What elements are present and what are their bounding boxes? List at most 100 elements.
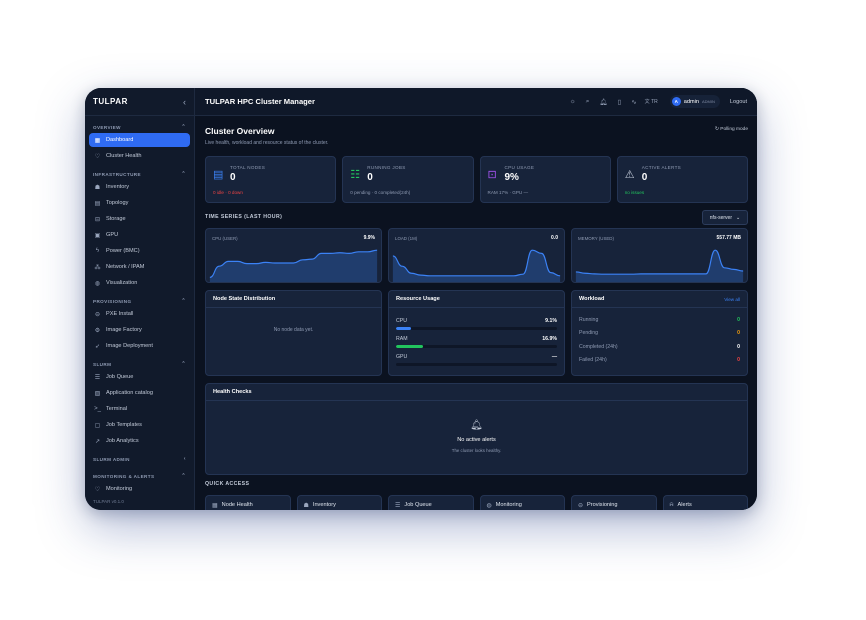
- notifications-bell-icon[interactable]: 🔔︎: [599, 98, 607, 106]
- sparkline-area: [575, 250, 744, 282]
- workload-list: Running 0 Pending 0 Completed (24h) 0 Failed (…: [572, 308, 747, 367]
- workload-title-text: Workload: [579, 296, 605, 302]
- workload-row-completed-24h-: Completed (24h) 0: [579, 340, 740, 354]
- sidebar-item-job-queue[interactable]: ☰ Job Queue: [89, 370, 190, 384]
- no-alerts-title: No active alerts: [457, 437, 496, 443]
- kpi-cards: ▤ TOTAL NODES 0 0 idle · 0 down ☷ RUNNING JOB…: [205, 156, 748, 203]
- search-icon[interactable]: ⌕: [586, 98, 590, 106]
- sidebar-section-1[interactable]: INFRASTRUCTURE ⌃: [85, 168, 194, 180]
- quick-job-queue-button[interactable]: ☰ Job Queue: [388, 495, 474, 510]
- sidebar-item-job-analytics[interactable]: ↗ Job Analytics: [89, 434, 190, 448]
- language-switch[interactable]: 文 TR: [645, 98, 658, 105]
- workload-value: 0: [737, 357, 740, 364]
- sidebar-section-title: SLURM ADMIN: [93, 456, 130, 462]
- workload-row-pending: Pending 0: [579, 327, 740, 341]
- heart-icon: ♡: [94, 153, 101, 160]
- sidebar-item-dashboard[interactable]: ▦ Dashboard: [89, 133, 190, 147]
- activity-icon[interactable]: ∿: [631, 98, 636, 106]
- sidebar-item-label: Image Factory: [106, 327, 142, 333]
- resource-usage-panel: Resource Usage CPU 9.1% RAM 16.9% GPU —: [388, 290, 565, 376]
- sidebar-section-0[interactable]: OVERVIEW ⌃: [85, 121, 194, 133]
- resource-row-gpu: GPU —: [396, 354, 557, 360]
- sidebar-item-visualization[interactable]: ◍ Visualization: [89, 276, 190, 290]
- node-state-panel: Node State Distribution No node data yet…: [205, 290, 382, 376]
- node-state-title-text: Node State Distribution: [213, 296, 276, 302]
- sidebar-item-monitoring[interactable]: ♡ Monitoring: [89, 482, 190, 496]
- quick-monitoring-button[interactable]: ◍ Monitoring: [479, 495, 565, 510]
- quick-node-health-button[interactable]: ▦ Node Health: [205, 495, 291, 510]
- quick-alerts-button[interactable]: ⍾ Alerts: [662, 495, 748, 510]
- sidebar-item-job-templates[interactable]: ▢ Job Templates: [89, 418, 190, 432]
- sidebar-item-label: Network / IPAM: [106, 264, 145, 270]
- sidebar-item-label: GPU: [106, 232, 119, 238]
- resource-bar: [396, 363, 557, 366]
- sidebar-item-gpu[interactable]: ▣ GPU: [89, 228, 190, 242]
- sidebar-item-topology[interactable]: ▤ Topology: [89, 196, 190, 210]
- sidebar-item-label: Storage: [106, 216, 126, 222]
- disk-icon: ⊖: [578, 502, 584, 509]
- sparkline: [575, 249, 744, 282]
- sidebar-nav: OVERVIEW ⌃ ▦ Dashboard ♡ Cluster Health INFRAS…: [85, 121, 194, 496]
- sidebar-item-cluster-health[interactable]: ♡ Cluster Health: [89, 149, 190, 163]
- view-all-link[interactable]: View all: [724, 297, 740, 302]
- workload-value: 0: [737, 316, 740, 323]
- workload-label: Completed (24h): [579, 343, 618, 350]
- timeseries-memory-used-: MEMORY (USED) 557.77 MB: [571, 228, 748, 283]
- sparkline: [209, 249, 378, 282]
- workload-label: Pending: [579, 330, 599, 337]
- sidebar-item-storage[interactable]: ⊟ Storage: [89, 212, 190, 226]
- user-menu[interactable]: A admin ADMIN: [669, 95, 720, 108]
- sidebar-item-network-ipam[interactable]: ⁂ Network / IPAM: [89, 260, 190, 274]
- sidebar-item-pxe-install[interactable]: ⊖ PXE Install: [89, 307, 190, 321]
- quick-provisioning-button[interactable]: ⊖ Provisioning: [571, 495, 657, 510]
- theme-toggle-icon[interactable]: ☼: [570, 98, 576, 105]
- sidebar-item-image-factory[interactable]: ⚙ Image Factory: [89, 323, 190, 337]
- sidebar-section-title: OVERVIEW: [93, 124, 121, 130]
- logout-button[interactable]: Logout: [730, 99, 747, 105]
- sidebar-item-label: PXE Install: [106, 311, 134, 317]
- heart-icon: ♡: [94, 486, 101, 493]
- quick-label: Provisioning: [587, 502, 618, 508]
- server-select[interactable]: nfs-server ⌄: [702, 210, 748, 225]
- sidebar-section-title: PROVISIONING: [93, 298, 132, 304]
- sidebar-item-power-bmc-[interactable]: ϟ Power (BMC): [89, 244, 190, 258]
- sparkline: [392, 249, 561, 282]
- grid-icon: ▦: [212, 502, 218, 509]
- sidebar-item-label: Topology: [106, 200, 129, 206]
- translate-icon: 文: [644, 99, 650, 105]
- sidebar-item-application-catalog[interactable]: ▧ Application catalog: [89, 386, 190, 400]
- network-icon: ⁂: [94, 264, 101, 271]
- workload-label: Failed (24h): [579, 357, 607, 364]
- storage-icon: ⊟: [94, 216, 101, 223]
- refresh-icon: ↻: [714, 127, 719, 132]
- avatar: A: [671, 97, 681, 106]
- kpi-value: 0: [367, 172, 373, 183]
- node-state-empty: No node data yet.: [273, 327, 314, 333]
- kpi-card-total-nodes: ▤ TOTAL NODES 0 0 idle · 0 down: [205, 156, 337, 203]
- sidebar-section-3[interactable]: SLURM ⌃: [85, 358, 194, 370]
- kpi-value: 0: [641, 172, 648, 183]
- brand-logo: TULPAR: [93, 97, 128, 106]
- sidebar-item-inventory[interactable]: ☗ Inventory: [89, 180, 190, 194]
- sidebar-section-2[interactable]: PROVISIONING ⌃: [85, 295, 194, 307]
- sidebar-item-terminal[interactable]: >_ Terminal: [89, 402, 190, 416]
- kpi-footnote: 0 idle · 0 down: [213, 190, 243, 195]
- collapse-sidebar-icon[interactable]: ‹: [183, 97, 186, 107]
- kpi-footnote: 0 pending · 0 completed(24h): [350, 190, 411, 195]
- quick-inventory-button[interactable]: ☗ Inventory: [296, 495, 382, 510]
- sidebar-section-4[interactable]: SLURM ADMIN ‹: [85, 453, 194, 465]
- sidebar-item-label: Job Templates: [106, 422, 142, 428]
- docs-book-icon[interactable]: ▯: [618, 98, 622, 106]
- sidebar-item-label: Monitoring: [106, 486, 133, 492]
- sidebar-section-5[interactable]: MONITORING & ALERTS ⌃: [85, 470, 194, 482]
- globe-icon: ◍: [486, 502, 492, 509]
- chevron-down-icon: ⌃: [181, 171, 186, 177]
- sidebar-item-image-deployment[interactable]: ➶ Image Deployment: [89, 339, 190, 353]
- topbar: TULPAR HPC Cluster Manager ☼ ⌕ 🔔︎ ▯ ∿ 文 …: [195, 88, 757, 116]
- chart-icon: ↗: [94, 438, 101, 445]
- sidebar: TULPAR ‹ OVERVIEW ⌃ ▦ Dashboard ♡ Cluster Hea…: [85, 88, 195, 510]
- polling-mode-toggle[interactable]: ↻ Polling mode: [715, 127, 748, 132]
- sidebar-section-title: INFRASTRUCTURE: [93, 171, 141, 177]
- sidebar-section-title: MONITORING & ALERTS: [93, 473, 155, 479]
- resource-row-cpu: CPU 9.1%: [396, 318, 557, 324]
